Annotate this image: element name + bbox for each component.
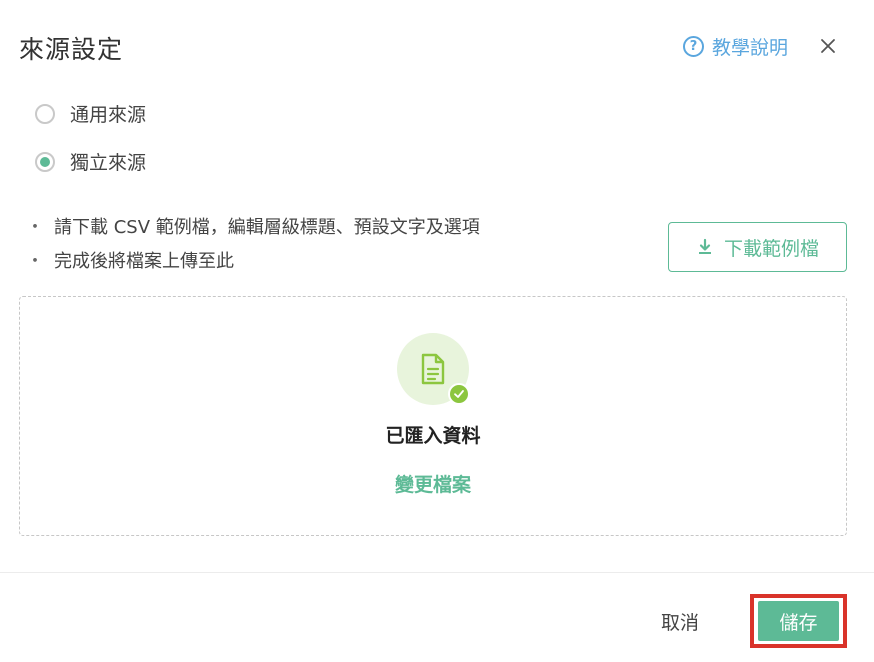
bullet-mark: ・ bbox=[26, 251, 44, 272]
help-link[interactable]: ? 教學說明 bbox=[683, 33, 788, 60]
question-circle-icon: ? bbox=[683, 36, 704, 57]
radio-label-shared-source: 通用來源 bbox=[70, 104, 147, 126]
save-button[interactable]: 儲存 bbox=[758, 601, 839, 641]
bullet-mark: ・ bbox=[26, 217, 44, 238]
import-status-text: 已匯入資料 bbox=[385, 425, 481, 447]
radio-option-shared-source[interactable]: 通用來源 bbox=[35, 100, 146, 127]
change-file-link[interactable]: 變更檔案 bbox=[20, 470, 846, 497]
check-icon bbox=[448, 383, 470, 405]
source-settings-dialog: 來源設定 ? 教學說明 通用來源 獨立來源 ・ 請下載 CSV 範例檔，編輯層級… bbox=[0, 0, 874, 662]
checkmark-glyph bbox=[454, 390, 464, 398]
download-icon bbox=[698, 238, 711, 254]
instruction-item: ・ 請下載 CSV 範例檔，編輯層級標題、預設文字及選項 bbox=[26, 211, 480, 245]
radio-button-selected[interactable] bbox=[35, 151, 55, 172]
file-upload-area[interactable]: 已匯入資料 變更檔案 bbox=[19, 296, 847, 536]
instruction-item: ・ 完成後將檔案上傳至此 bbox=[26, 245, 480, 279]
instruction-list: ・ 請下載 CSV 範例檔，編輯層級標題、預設文字及選項 ・ 完成後將檔案上傳至… bbox=[26, 211, 480, 279]
close-icon bbox=[821, 39, 835, 53]
close-button[interactable] bbox=[816, 34, 840, 58]
cancel-button[interactable]: 取消 bbox=[640, 604, 720, 638]
file-icon bbox=[421, 353, 445, 385]
radio-selected-dot bbox=[40, 156, 50, 167]
instruction-text: 完成後將檔案上傳至此 bbox=[54, 251, 234, 272]
radio-option-independent-source[interactable]: 獨立來源 bbox=[35, 148, 146, 175]
dialog-title: 來源設定 bbox=[19, 35, 124, 64]
radio-label-independent-source: 獨立來源 bbox=[70, 152, 147, 174]
footer-divider bbox=[0, 572, 874, 573]
download-sample-button[interactable]: 下載範例檔 bbox=[668, 222, 847, 272]
download-sample-label: 下載範例檔 bbox=[723, 237, 819, 260]
radio-button-unselected[interactable] bbox=[35, 103, 55, 124]
instruction-text: 請下載 CSV 範例檔，編輯層級標題、預設文字及選項 bbox=[54, 217, 480, 238]
help-link-label: 教學說明 bbox=[712, 37, 789, 59]
